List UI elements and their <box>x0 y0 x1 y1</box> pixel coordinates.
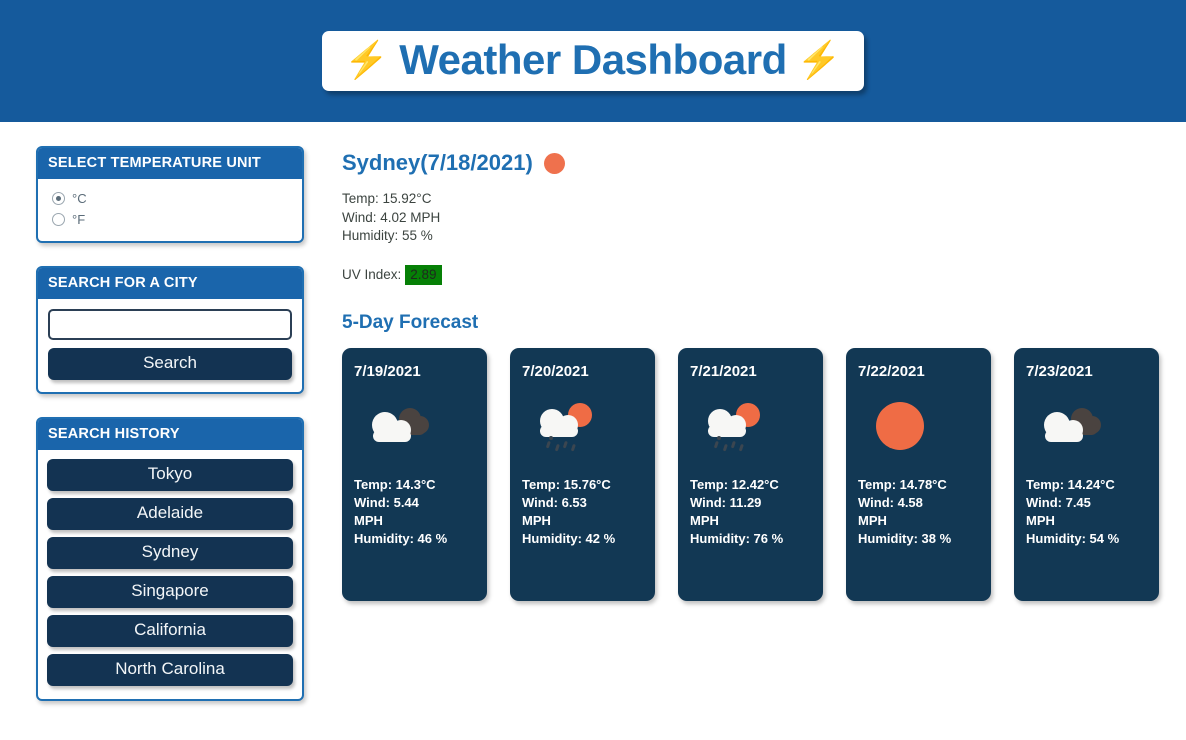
temperature-unit-panel: SELECT TEMPERATURE UNIT °C °F <box>36 146 304 243</box>
search-history-list: Tokyo Adelaide Sydney Singapore Californ… <box>38 450 302 699</box>
history-item-north-carolina[interactable]: North Carolina <box>47 654 293 686</box>
forecast-wind-unit: MPH <box>1026 512 1055 528</box>
history-item-sydney[interactable]: Sydney <box>47 537 293 569</box>
forecast-date: 7/20/2021 <box>522 362 589 380</box>
radio-celsius-indicator[interactable] <box>52 192 65 205</box>
search-panel: SEARCH FOR A CITY Search <box>36 266 304 394</box>
forecast-card: 7/23/2021 Temp: 14.24°C Wind: 7.45 MPH H… <box>1014 347 1159 601</box>
search-controls: Search <box>38 299 302 392</box>
forecast-card: 7/19/2021 Temp: 14.3°C Wind: 5.44 MPH Hu… <box>342 347 487 601</box>
current-humidity: Humidity: 55 % <box>342 228 433 243</box>
forecast-wind-unit: MPH <box>354 512 383 528</box>
sun-icon <box>858 396 979 462</box>
forecast-temp: Temp: 12.42°C <box>690 476 779 492</box>
forecast-temp: Temp: 15.76°C <box>522 476 611 492</box>
search-button[interactable]: Search <box>48 348 292 380</box>
radio-fahrenheit[interactable]: °F <box>52 212 292 227</box>
forecast-temp: Temp: 14.78°C <box>858 476 947 492</box>
forecast-card-list: 7/19/2021 Temp: 14.3°C Wind: 5.44 MPH Hu… <box>342 347 1186 601</box>
forecast-wind: Wind: 4.58 <box>858 494 923 510</box>
radio-celsius[interactable]: °C <box>52 191 292 206</box>
forecast-date: 7/22/2021 <box>858 362 925 380</box>
sun-rain-cloud-icon <box>522 396 643 462</box>
sun-icon <box>543 152 565 174</box>
lightning-bolt-icon: ⚡ <box>796 39 842 80</box>
page-title: Weather Dashboard <box>399 35 787 83</box>
current-temp: Temp: 15.92°C <box>342 191 432 206</box>
search-history-heading: SEARCH HISTORY <box>38 419 302 450</box>
forecast-date: 7/19/2021 <box>354 362 421 380</box>
sun-rain-cloud-icon <box>690 396 811 462</box>
forecast-wind: Wind: 7.45 <box>1026 494 1091 510</box>
forecast-wind-unit: MPH <box>690 512 719 528</box>
app-title-box: ⚡ Weather Dashboard ⚡ <box>322 30 864 92</box>
page-body: SELECT TEMPERATURE UNIT °C °F SEARCH FOR… <box>0 122 1186 724</box>
history-item-tokyo[interactable]: Tokyo <box>47 459 293 491</box>
current-city-date: Sydney(7/18/2021) <box>342 150 533 175</box>
temperature-unit-options: °C °F <box>38 179 302 241</box>
radio-fahrenheit-indicator[interactable] <box>52 213 65 226</box>
forecast-humidity: Humidity: 38 % <box>858 530 952 546</box>
forecast-wind-unit: MPH <box>522 512 551 528</box>
history-item-california[interactable]: California <box>47 615 293 647</box>
search-input[interactable] <box>48 309 292 340</box>
uv-index-row: UV Index: 2.89 <box>342 264 1186 285</box>
history-item-adelaide[interactable]: Adelaide <box>47 498 293 530</box>
lightning-bolt-icon: ⚡ <box>344 39 390 80</box>
sidebar: SELECT TEMPERATURE UNIT °C °F SEARCH FOR… <box>36 146 304 724</box>
radio-fahrenheit-label: °F <box>72 212 86 227</box>
forecast-wind: Wind: 5.44 <box>354 494 419 510</box>
forecast-card: 7/21/2021 Temp: 12.42°C Wind: 11.29 MPH … <box>678 347 823 601</box>
forecast-wind: Wind: 11.29 <box>690 494 762 510</box>
app-header: ⚡ Weather Dashboard ⚡ <box>0 0 1186 122</box>
temperature-unit-heading: SELECT TEMPERATURE UNIT <box>38 148 302 179</box>
forecast-temp: Temp: 14.24°C <box>1026 476 1115 492</box>
forecast-heading: 5-Day Forecast <box>342 311 479 333</box>
search-history-panel: SEARCH HISTORY Tokyo Adelaide Sydney Sin… <box>36 417 304 701</box>
radio-celsius-label: °C <box>72 191 87 206</box>
forecast-humidity: Humidity: 76 % <box>690 530 784 546</box>
forecast-humidity: Humidity: 46 % <box>354 530 448 546</box>
forecast-date: 7/21/2021 <box>690 362 757 380</box>
forecast-date: 7/23/2021 <box>1026 362 1093 380</box>
forecast-humidity: Humidity: 54 % <box>1026 530 1120 546</box>
uv-index-label: UV Index: <box>342 267 402 282</box>
forecast-humidity: Humidity: 42 % <box>522 530 616 546</box>
broken-clouds-icon <box>354 396 475 462</box>
forecast-card: 7/22/2021 Temp: 14.78°C Wind: 4.58 MPH H… <box>846 347 991 601</box>
current-wind: Wind: 4.02 MPH <box>342 209 441 225</box>
main-content: Sydney(7/18/2021) Temp: 15.92°C Wind: 4.… <box>342 146 1186 601</box>
forecast-card: 7/20/2021 Temp: 15.76°C Wind: 6.53 MPH H… <box>510 347 655 601</box>
current-weather-title: Sydney(7/18/2021) <box>342 150 1186 176</box>
uv-index-badge: 2.89 <box>405 264 442 285</box>
forecast-wind-unit: MPH <box>858 512 887 528</box>
forecast-wind: Wind: 6.53 <box>522 494 587 510</box>
search-heading: SEARCH FOR A CITY <box>38 268 302 299</box>
broken-clouds-icon <box>1026 396 1147 462</box>
history-item-singapore[interactable]: Singapore <box>47 576 293 608</box>
forecast-temp: Temp: 14.3°C <box>354 476 436 492</box>
